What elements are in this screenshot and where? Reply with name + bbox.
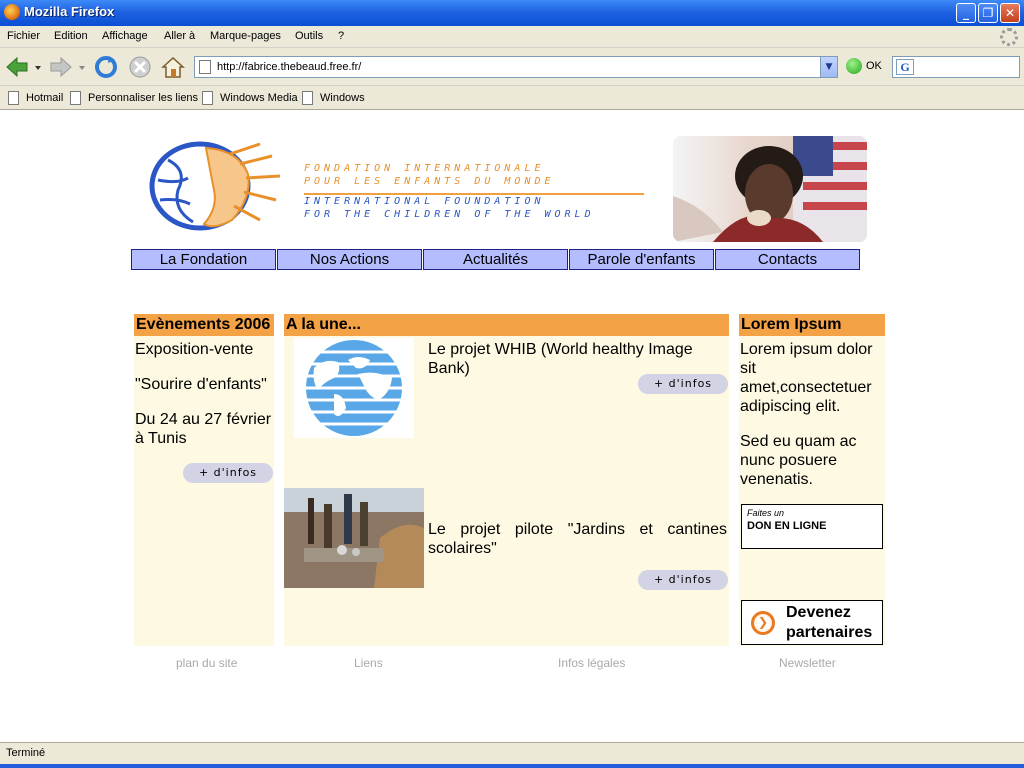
forward-dropdown-icon[interactable] [78,64,86,72]
logo-line-3: INTERNATIONAL FOUNDATION [304,196,545,207]
page-icon [199,60,211,74]
menu-affichage[interactable]: Affichage [102,30,148,42]
bookmark-label: Windows [320,92,365,104]
go-icon[interactable] [846,58,862,74]
nav-contacts[interactable]: Contacts [715,249,860,270]
lorem-column: Lorem Ipsum Lorem ipsum dolor sit amet,c… [739,314,885,646]
bookmark-page-icon [302,91,313,105]
nav-la-fondation[interactable]: La Fondation [131,249,276,270]
bookmark-personnaliser[interactable]: Personnaliser les liens [70,90,198,106]
site-navigation: La Fondation Nos Actions Actualités Paro… [131,249,861,271]
footer-newsletter-link[interactable]: Newsletter [779,656,836,670]
stop-icon[interactable] [127,54,153,80]
close-button[interactable]: ✕ [1000,3,1020,23]
footer-legal-link[interactable]: Infos légales [558,656,625,670]
site-logo[interactable]: FONDATION INTERNATIONALE POUR LES ENFANT… [140,132,660,242]
bookmark-windows-media[interactable]: Windows Media [202,90,298,106]
bookmark-windows[interactable]: Windows [302,90,365,106]
events-heading: Evènements 2006 [134,314,274,336]
lorem-paragraph-2: Sed eu quam ac nunc posuere venenatis. [740,433,857,488]
firefox-icon [4,4,20,20]
events-column: Evènements 2006 Exposition-vente "Sourir… [134,314,274,646]
reload-icon[interactable] [93,54,119,80]
url-bar[interactable]: ▼ [194,56,838,78]
bookmark-page-icon [202,91,213,105]
url-dropdown-icon[interactable]: ▼ [820,57,837,77]
become-partner-button[interactable]: ❯ Devenez partenaires [741,600,883,645]
bookmarks-bar: Hotmail Personnaliser les liens Windows … [0,86,1024,110]
lorem-text: Lorem ipsum dolor sit amet,consectetuer … [740,340,884,489]
bookmark-hotmail[interactable]: Hotmail [8,90,63,106]
google-icon[interactable]: G [896,59,914,75]
navigation-toolbar: ▼ OK G [0,48,1024,86]
menu-aller[interactable]: Aller à [164,30,195,42]
headline-column: A la une... Le projet WHIB (World health… [284,314,729,646]
status-bar: Terminé [0,742,1024,764]
window-title: Mozilla Firefox [24,4,115,19]
bookmark-label: Personnaliser les liens [88,92,199,104]
headline-1-more-button[interactable]: + d'infos [638,374,728,394]
search-input[interactable] [919,59,1015,75]
headline-item-2[interactable]: Le projet pilote "Jardins et cantines sc… [428,520,727,558]
logo-line-4: FOR THE CHILDREN OF THE WORLD [304,209,595,220]
events-line-1: Exposition-vente [135,341,254,358]
browser-window: Mozilla Firefox _ ❐ ✕ Fichier Edition Af… [0,0,1024,768]
headline-item-1[interactable]: Le projet WHIB (World healthy Image Bank… [428,340,727,378]
logo-line-1: FONDATION INTERNATIONALE [304,163,545,174]
title-bar: Mozilla Firefox _ ❐ ✕ [0,0,1024,26]
chevron-right-icon: ❯ [758,615,769,629]
menu-outils[interactable]: Outils [295,30,323,42]
nav-actualites[interactable]: Actualités [423,249,568,270]
menu-fichier[interactable]: Fichier [7,30,40,42]
menu-bar: Fichier Edition Affichage Aller à Marque… [0,26,1024,48]
logo-text: FONDATION INTERNATIONALE POUR LES ENFANT… [304,162,664,221]
donate-label: DON EN LIGNE [747,520,827,532]
url-input[interactable] [217,59,807,75]
bookmark-label: Hotmail [26,92,64,104]
headline-heading: A la une... [284,314,729,336]
menu-marque-pages[interactable]: Marque-pages [210,30,281,42]
forward-arrow-icon[interactable] [48,54,74,80]
donate-small-label: Faites un [747,508,785,518]
footer-site-map-link[interactable]: plan du site [176,656,237,670]
back-arrow-icon[interactable] [4,54,30,80]
maximize-button[interactable]: ❐ [978,3,998,23]
go-button[interactable]: OK [866,60,882,72]
globe-picture [298,340,410,436]
garden-picture [284,488,424,588]
partner-label: Devenez partenaires [786,604,873,641]
bookmark-page-icon [70,91,81,105]
events-more-button[interactable]: + d'infos [183,463,273,483]
throbber-icon [1000,28,1018,46]
nav-nos-actions[interactable]: Nos Actions [277,249,422,270]
lorem-heading: Lorem Ipsum [739,314,885,336]
logo-line-2: POUR LES ENFANTS DU MONDE [304,176,555,187]
world-globe-image[interactable] [294,338,414,438]
footer-links-link[interactable]: Liens [354,656,383,670]
headline-2-more-button[interactable]: + d'infos [638,570,728,590]
menu-edition[interactable]: Edition [54,30,88,42]
garden-project-image[interactable] [284,488,424,588]
menu-help[interactable]: ? [338,30,344,42]
search-box[interactable]: G [892,56,1020,78]
events-line-2: "Sourire d'enfants" [135,376,267,393]
events-line-3: Du 24 au 27 février à Tunis [135,411,272,447]
bookmark-label: Windows Media [220,92,298,104]
bookmark-page-icon [8,91,19,105]
back-dropdown-icon[interactable] [34,64,42,72]
child-photo-image [673,136,867,242]
minimize-button[interactable]: _ [956,3,976,23]
status-text: Terminé [6,747,46,759]
events-text: Exposition-vente "Sourire d'enfants" Du … [135,340,273,448]
taskbar-strip [0,764,1024,768]
foundation-globe-logo [149,141,281,231]
donate-online-button[interactable]: Faites un DON EN LIGNE [741,504,883,549]
nav-parole-enfants[interactable]: Parole d'enfants [569,249,714,270]
lorem-paragraph-1: Lorem ipsum dolor sit amet,consectetuer … [740,341,873,415]
home-icon[interactable] [160,54,186,80]
page-content: FONDATION INTERNATIONALE POUR LES ENFANT… [0,110,1024,742]
header-child-photo [673,136,867,242]
